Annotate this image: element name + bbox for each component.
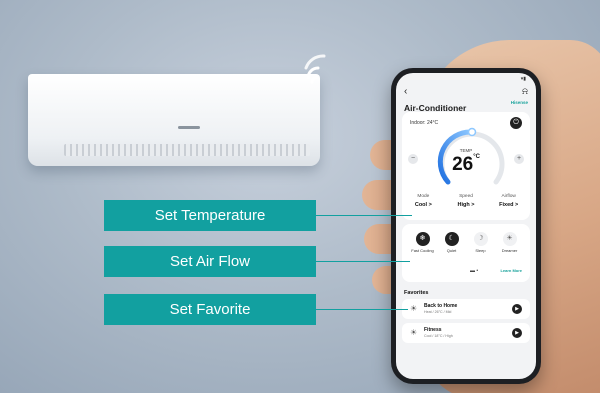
flow-dreamer[interactable]: ☀ Dreamer [498,232,522,253]
flow-sleep[interactable]: ☽ Sleep [469,232,493,253]
ac-brand-logo [178,126,200,129]
connector-line [316,309,408,310]
dreamer-icon: ☀ [502,232,517,246]
ac-vent [64,144,310,156]
favorites-title: Favorites [404,290,429,296]
airflow-value: Fixed > [499,202,519,208]
flow-label: Quiet [446,248,457,253]
status-bar: ▾▮ [520,76,526,82]
play-icon[interactable]: ▶ [512,328,522,338]
favorite-item[interactable]: ☀ Back to Home Heat / 26°C / Mid ▶ [402,299,530,319]
mode-row: Mode Cool > Speed High > Airflow Fixed > [402,194,530,208]
connector-line [316,215,412,216]
flow-quiet[interactable]: ☾ Quiet [440,232,464,253]
nav-bar: ‹ ⍾ [396,86,536,98]
bell-icon[interactable]: ⍾ [522,86,528,97]
play-icon[interactable]: ▶ [512,304,522,314]
temp-unit: °C [473,154,480,160]
wifi-signal-icon [304,54,326,84]
flow-options: ❄ Fast Cooling ☾ Quiet ☽ Sleep ☀ Dreamer [402,224,530,253]
temperature-card: Indoor: 24°C ⏻ − + TEMP 26°C Mode Cool >… [402,112,530,220]
airflow-selector[interactable]: Airflow Fixed > [487,194,530,208]
airflow-label: Airflow [501,194,516,199]
page-indicator: ▬ • [470,268,479,274]
callout-set-temperature: Set Temperature [104,200,316,231]
phone-screen: ▾▮ ‹ ⍾ Air-Conditioner Hisense Indoor: 2… [396,73,536,379]
flow-label: Fast Cooling [411,248,434,253]
air-flow-card: ❄ Fast Cooling ☾ Quiet ☽ Sleep ☀ Dreamer [402,224,530,282]
mode-label: Mode [417,194,430,199]
title-bar: Air-Conditioner Hisense [396,98,536,113]
smartphone: ▾▮ ‹ ⍾ Air-Conditioner Hisense Indoor: 2… [391,68,541,384]
learn-more-link[interactable]: Learn More [500,268,522,273]
fast-cooling-icon: ❄ [415,232,430,246]
air-conditioner-unit [28,74,320,166]
favorite-item[interactable]: ☀ Fitness Cool / 18°C / High ▶ [402,323,530,343]
callout-set-air-flow: Set Air Flow [104,246,316,277]
mode-value: Cool > [414,202,432,208]
indoor-temp: Indoor: 24°C [410,120,439,126]
favorite-name: Fitness [424,327,442,333]
flow-label: Dreamer [501,248,518,253]
favorite-name: Back to Home [424,303,458,309]
connector-line [316,261,410,262]
speed-value: High > [457,202,475,208]
sun-icon: ☀ [410,304,418,313]
favorite-settings: Cool / 18°C / High [424,334,453,338]
product-scene: ▾▮ ‹ ⍾ Air-Conditioner Hisense Indoor: 2… [0,0,600,393]
brand-logo: Hisense [510,100,528,105]
temp-number: 26 [452,154,474,175]
temp-label: TEMP [459,148,473,153]
temp-value: 26°C [402,154,530,176]
speed-selector[interactable]: Speed High > [445,194,488,208]
callout-set-favorite: Set Favorite [104,294,316,325]
speed-label: Speed [459,194,473,199]
flow-label: Sleep [475,248,486,253]
flow-fast-cooling[interactable]: ❄ Fast Cooling [411,232,435,253]
power-icon[interactable]: ⏻ [510,117,522,129]
quiet-icon: ☾ [444,232,459,246]
mode-selector[interactable]: Mode Cool > [402,194,445,208]
favorite-settings: Heat / 26°C / Mid [424,310,452,314]
back-icon[interactable]: ‹ [404,86,407,97]
sleep-icon: ☽ [473,232,488,246]
sun-icon: ☀ [410,328,418,337]
